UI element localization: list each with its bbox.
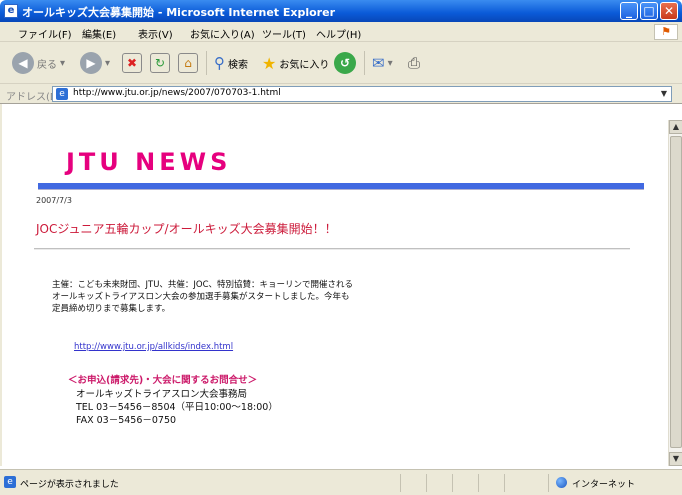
refresh-button[interactable]: ↻ xyxy=(150,50,170,76)
menu-help[interactable]: ヘルプ(H) xyxy=(316,26,361,41)
mail-icon: ✉ xyxy=(372,54,385,72)
divider xyxy=(38,189,644,190)
toolbar-separator xyxy=(206,51,207,75)
home-button[interactable]: ⌂ xyxy=(178,50,198,76)
forward-arrow-icon: ▶ xyxy=(80,52,102,74)
print-button[interactable]: ⎙ xyxy=(408,50,420,76)
favorites-label: お気に入り xyxy=(279,59,330,71)
forward-button[interactable]: ▶ ▾ xyxy=(80,50,110,76)
divider xyxy=(34,248,630,250)
address-bar: アドレス(D) e http://www.jtu.or.jp/news/2007… xyxy=(0,84,682,104)
back-button[interactable]: ◀ 戻る ▾ xyxy=(12,50,65,76)
menu-favorites[interactable]: お気に入り(A) xyxy=(190,26,255,41)
page-icon: e xyxy=(56,88,68,100)
allkids-link[interactable]: http://www.jtu.or.jp/allkids/index.html xyxy=(74,342,233,352)
chevron-down-icon[interactable]: ▼ xyxy=(658,88,670,100)
status-text: ページが表示されました xyxy=(20,480,119,490)
chevron-down-icon: ▾ xyxy=(105,57,111,69)
site-title: JTU NEWS xyxy=(66,148,232,176)
window-title: オールキッズ大会募集開始 - Microsoft Internet Explor… xyxy=(22,6,335,19)
vertical-scrollbar[interactable]: ▲ ▼ xyxy=(668,120,682,466)
toolbar-separator xyxy=(364,51,365,75)
search-label: 検索 xyxy=(228,59,248,71)
scroll-thumb[interactable] xyxy=(670,136,682,448)
page-done-icon: e xyxy=(4,476,16,488)
maximize-button[interactable]: □ xyxy=(640,2,658,20)
toolbar: ◀ 戻る ▾ ▶ ▾ ✖ ↻ ⌂ ⚲ 検索 ★ お気に入り ↺ ✉ ▾ ⎙ xyxy=(0,42,682,84)
history-icon: ↺ xyxy=(334,52,356,74)
search-icon: ⚲ xyxy=(214,54,225,72)
scroll-down-icon[interactable]: ▼ xyxy=(669,452,682,466)
menu-file[interactable]: ファイル(F) xyxy=(18,26,72,41)
mail-button[interactable]: ✉ ▾ xyxy=(372,50,393,76)
back-label: 戻る xyxy=(37,59,57,71)
history-button[interactable]: ↺ xyxy=(334,50,356,76)
address-input[interactable]: e http://www.jtu.or.jp/news/2007/070703-… xyxy=(52,86,672,102)
stop-button[interactable]: ✖ xyxy=(122,50,142,76)
address-url: http://www.jtu.or.jp/news/2007/070703-1.… xyxy=(73,88,281,98)
news-body: 主催：こども未来財団、JTU、共催：JOC、特別協賛：キョーリンで開催される オ… xyxy=(52,280,354,314)
status-separator xyxy=(452,474,453,492)
favorites-button[interactable]: ★ お気に入り xyxy=(262,50,329,76)
status-separator xyxy=(548,474,549,492)
internet-zone-icon xyxy=(556,477,567,488)
contact-org: オールキッズトライアスロン大会事務局 xyxy=(76,389,248,400)
contact-tel: TEL 03－5456－8504（平日10:00～18:00） xyxy=(76,402,278,413)
stop-icon: ✖ xyxy=(122,53,142,73)
minimize-button[interactable]: _ xyxy=(620,2,638,20)
star-icon: ★ xyxy=(262,53,277,73)
status-separator xyxy=(400,474,401,492)
scroll-up-icon[interactable]: ▲ xyxy=(669,120,682,134)
home-icon: ⌂ xyxy=(178,53,198,73)
post-date: 2007/7/3 xyxy=(36,196,72,205)
chevron-down-icon: ▾ xyxy=(387,57,393,69)
status-separator xyxy=(504,474,505,492)
menu-view[interactable]: 表示(V) xyxy=(138,26,173,41)
search-button[interactable]: ⚲ 検索 xyxy=(214,50,248,76)
news-headline: JOCジュニア五輪カップ/オールキッズ大会募集開始！！ xyxy=(36,222,337,236)
windows-logo-icon: ⚑ xyxy=(654,24,678,40)
chevron-down-icon: ▾ xyxy=(60,57,66,69)
contact-fax: FAX 03－5456－0750 xyxy=(76,415,177,426)
menu-edit[interactable]: 編集(E) xyxy=(82,26,116,41)
ie-icon: e xyxy=(4,4,18,18)
menu-bar: ファイル(F) 編集(E) 表示(V) お気に入り(A) ツール(T) ヘルプ(… xyxy=(0,22,682,42)
close-button[interactable]: ✕ xyxy=(660,2,678,20)
refresh-icon: ↻ xyxy=(150,53,170,73)
security-zone: インターネット xyxy=(572,480,636,490)
status-separator xyxy=(478,474,479,492)
status-separator xyxy=(426,474,427,492)
title-bar[interactable]: e オールキッズ大会募集開始 - Microsoft Internet Expl… xyxy=(0,0,682,22)
menu-tools[interactable]: ツール(T) xyxy=(262,26,306,41)
status-bar: e ページが表示されました インターネット xyxy=(0,469,682,495)
back-arrow-icon: ◀ xyxy=(12,52,34,74)
printer-icon: ⎙ xyxy=(408,54,421,72)
contact-heading: ＜お申込(請求先)・大会に関するお問合せ＞ xyxy=(68,375,258,386)
